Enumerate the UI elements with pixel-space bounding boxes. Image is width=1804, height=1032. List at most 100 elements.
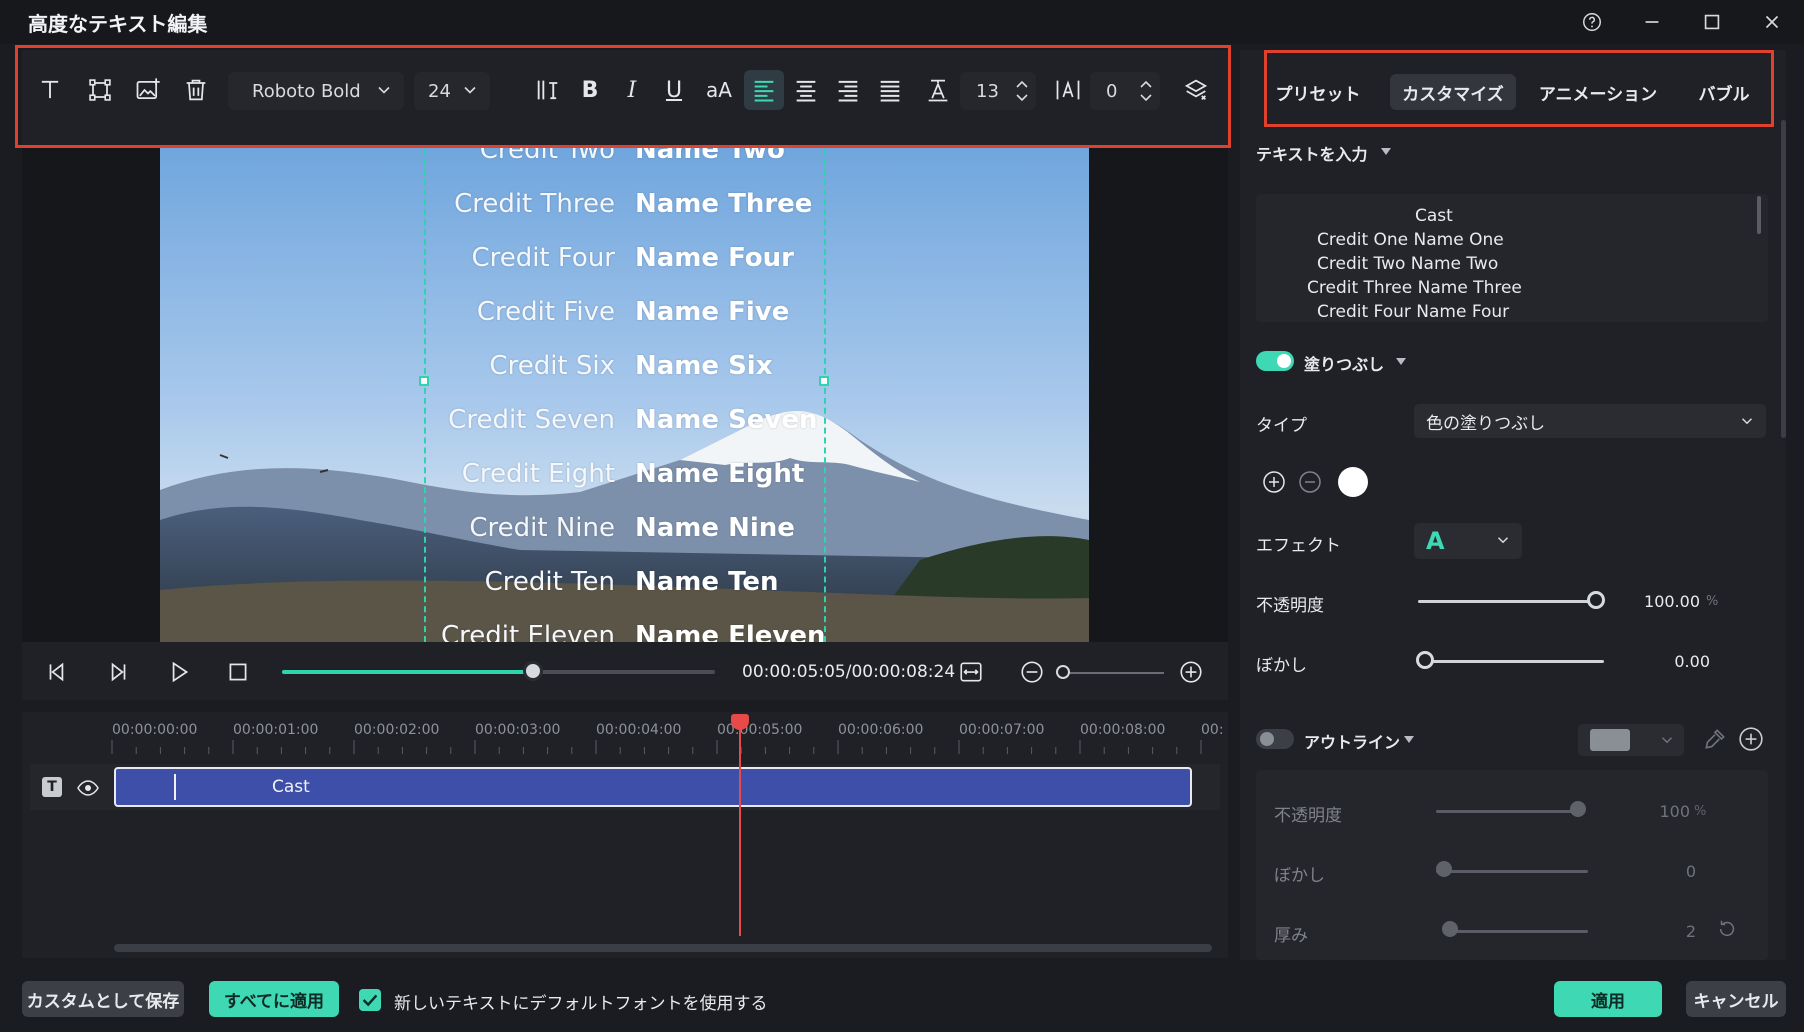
- fill-type-value: 色の塗りつぶし: [1426, 413, 1546, 434]
- credit-name: Name Six: [635, 351, 773, 381]
- default-font-checkbox-label: 新しいテキストにデフォルトフォントを使用する: [394, 994, 768, 1014]
- chevron-down-icon: [1497, 537, 1509, 544]
- outline-color-select[interactable]: [1578, 724, 1684, 756]
- next-frame-button[interactable]: [101, 655, 135, 689]
- fit-to-screen-button[interactable]: [954, 655, 988, 689]
- fit-width-icon: [960, 662, 982, 682]
- apply-all-button[interactable]: すべてに適用: [209, 981, 339, 1017]
- plus-circle-icon: [1739, 727, 1763, 751]
- close-icon: [1765, 15, 1779, 29]
- save-as-custom-button[interactable]: カスタムとして保存: [22, 981, 184, 1017]
- timeline-tick-label: 00:00:05:00: [717, 722, 803, 738]
- zoom-in-icon: [1180, 661, 1202, 683]
- fill-blur-slider[interactable]: [1418, 660, 1604, 663]
- help-icon: [1583, 13, 1601, 31]
- tabs-highlight-box: [1264, 50, 1774, 127]
- eye-icon: [77, 780, 99, 796]
- minimize-button[interactable]: [1630, 6, 1674, 38]
- zoom-out-button[interactable]: [1015, 655, 1049, 689]
- outline-opacity-unit: %: [1694, 804, 1707, 819]
- credit-name: Name Five: [635, 297, 790, 327]
- resize-handle-left[interactable]: [419, 376, 429, 386]
- maximize-button[interactable]: [1690, 6, 1734, 38]
- outline-thickness-label: 厚み: [1274, 926, 1308, 946]
- text-input-line: Credit Four Name Four: [1317, 302, 1510, 322]
- eyedropper-button[interactable]: [1702, 726, 1728, 752]
- outline-opacity-slider[interactable]: [1436, 810, 1578, 813]
- maximize-icon: [1704, 14, 1720, 30]
- track-visibility-button[interactable]: [76, 776, 100, 800]
- credit-role: Credit Ten: [484, 567, 615, 597]
- text-area-scrollbar[interactable]: [1757, 196, 1761, 234]
- outline-blur-knob[interactable]: [1436, 861, 1452, 877]
- text-input-label: テキストを入力: [1256, 145, 1368, 164]
- add-outline-button[interactable]: [1738, 726, 1764, 752]
- text-input-line: Credit Three Name Three: [1307, 278, 1522, 298]
- caret-down-icon[interactable]: [1404, 736, 1414, 743]
- outline-blur-label: ぼかし: [1274, 866, 1325, 886]
- reset-button[interactable]: [1716, 918, 1738, 940]
- outline-toggle[interactable]: [1256, 729, 1294, 749]
- outline-opacity-value[interactable]: 100: [1640, 802, 1690, 821]
- chevron-down-icon: [1661, 737, 1673, 744]
- clip-label: Cast: [272, 777, 310, 797]
- zoom-slider-track[interactable]: [1060, 672, 1164, 674]
- preview-canvas[interactable]: Credit Two Name Two Credit Three Name Three…: [160, 120, 1089, 642]
- fill-type-label: タイプ: [1256, 416, 1307, 436]
- cancel-button[interactable]: キャンセル: [1686, 981, 1786, 1017]
- timecode: 00:00:05:05/00:00:08:24: [742, 662, 956, 682]
- fill-opacity-unit: %: [1706, 594, 1719, 609]
- timeline-tick-label: 00:00:00:00: [112, 722, 198, 738]
- default-font-checkbox[interactable]: [359, 989, 381, 1011]
- outline-blur-value[interactable]: 0: [1640, 862, 1696, 881]
- credit-role: Credit Five: [476, 297, 615, 327]
- outline-thickness-value[interactable]: 2: [1640, 922, 1696, 941]
- effect-glyph: A: [1426, 527, 1445, 555]
- credit-role: Credit Three: [454, 189, 615, 219]
- credit-role: Credit Eight: [461, 459, 615, 489]
- effect-select[interactable]: A: [1414, 523, 1522, 559]
- close-button[interactable]: [1750, 6, 1794, 38]
- timeline-tick-label: 00:00:03:00: [475, 722, 561, 738]
- outline-thickness-slider[interactable]: [1444, 930, 1588, 933]
- outline-thickness-knob[interactable]: [1442, 921, 1458, 937]
- outline-opacity-knob[interactable]: [1570, 801, 1586, 817]
- previous-frame-button[interactable]: [40, 655, 74, 689]
- play-button[interactable]: [162, 655, 196, 689]
- progress-scrubber[interactable]: [523, 661, 544, 681]
- playhead-line: [739, 714, 741, 936]
- stop-button[interactable]: [221, 655, 255, 689]
- zoom-in-button[interactable]: [1174, 655, 1208, 689]
- help-button[interactable]: [1570, 6, 1614, 38]
- mountain-landscape-image: [160, 120, 1089, 642]
- zoom-slider-knob[interactable]: [1056, 665, 1070, 679]
- remove-color-button[interactable]: [1298, 470, 1322, 494]
- text-input-line: Credit One Name One: [1317, 230, 1504, 250]
- progress-fill: [282, 670, 534, 674]
- clip-marker: [174, 774, 176, 800]
- advanced-text-editor-window: 高度なテキスト編集 Credit Two Name Two Credit Thr…: [0, 0, 1804, 1032]
- fill-blur-value[interactable]: 0.00: [1630, 652, 1710, 671]
- fill-color-swatch[interactable]: [1338, 467, 1368, 497]
- caret-down-icon[interactable]: [1381, 148, 1391, 155]
- fill-opacity-knob[interactable]: [1587, 591, 1605, 609]
- resize-handle-right[interactable]: [819, 376, 829, 386]
- timeline-scrollbar[interactable]: [114, 944, 1212, 952]
- chevron-down-icon: [1741, 418, 1753, 425]
- fill-blur-knob[interactable]: [1416, 651, 1434, 669]
- caret-down-icon[interactable]: [1396, 358, 1406, 365]
- apply-button[interactable]: 適用: [1554, 981, 1662, 1017]
- fill-type-select[interactable]: 色の塗りつぶし: [1414, 404, 1766, 438]
- credit-name: Name Three: [635, 189, 813, 219]
- add-color-button[interactable]: [1262, 470, 1286, 494]
- fill-toggle[interactable]: [1256, 351, 1294, 371]
- text-input-line: Credit Two Name Two: [1317, 254, 1499, 274]
- fill-opacity-slider[interactable]: [1418, 600, 1596, 603]
- panel-scrollbar[interactable]: [1781, 120, 1786, 438]
- timeline-tick-label: 00:00:08:00: [1080, 722, 1166, 738]
- timeline-tick-label: 00:: [1201, 722, 1224, 738]
- outline-color-swatch: [1590, 729, 1630, 751]
- outline-blur-slider[interactable]: [1436, 870, 1588, 873]
- window-title: 高度なテキスト編集: [28, 12, 208, 36]
- fill-opacity-value[interactable]: 100.00: [1620, 592, 1700, 611]
